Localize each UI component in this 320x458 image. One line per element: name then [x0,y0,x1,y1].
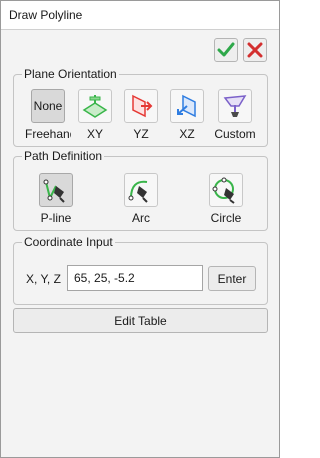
coordinate-field[interactable] [67,265,203,291]
arc-pen-icon [128,180,148,203]
yz-plane-icon [132,94,153,118]
path-arc-label: Arc [132,211,150,225]
plane-xy-label: XY [86,127,103,141]
none-label: None [33,99,63,113]
path-circle-tool[interactable]: Circle [206,173,246,225]
circle-pen-icon [212,177,235,204]
xy-plane-icon [82,95,108,118]
path-circle-button[interactable] [209,173,243,207]
polyline-pen-icon [43,179,65,203]
path-definition-legend: Path Definition [24,149,103,163]
panel-title: Draw Polyline [1,1,279,30]
path-pline-tool[interactable]: P-line [36,173,76,225]
path-pline-label: P-line [40,211,72,225]
cancel-button[interactable] [243,38,267,62]
coordinate-input-legend: Coordinate Input [24,235,113,249]
checkmark-icon [217,42,235,57]
plane-yz-button[interactable] [124,89,158,123]
plane-yz-label: YZ [133,127,149,141]
path-pline-button[interactable] [39,173,73,207]
plane-custom-label: Custom [214,127,256,141]
close-icon [247,42,263,58]
path-circle-label: Circle [210,211,242,225]
enter-button[interactable]: Enter [208,266,256,291]
plane-xz-button[interactable] [170,89,204,123]
xz-plane-icon [177,94,196,118]
draw-polyline-panel: Draw Polyline Plane Orientation None Fre… [0,0,280,458]
plane-orientation-legend: Plane Orientation [24,67,117,81]
plane-xz-tool[interactable]: XZ [167,89,207,141]
plane-custom-button[interactable] [218,89,252,123]
plane-custom-tool[interactable]: Custom [213,89,257,141]
plane-freehand-button[interactable]: None [31,89,65,123]
plane-xy-button[interactable] [78,89,112,123]
accept-button[interactable] [214,38,238,62]
plane-yz-tool[interactable]: YZ [121,89,161,141]
edit-table-button[interactable]: Edit Table [13,308,268,333]
plane-xz-label: XZ [179,127,195,141]
plane-freehand-label: Freehand [25,127,71,141]
plane-freehand-tool[interactable]: None Freehand [25,89,71,141]
path-arc-tool[interactable]: Arc [121,173,161,225]
path-arc-button[interactable] [124,173,158,207]
custom-plane-icon [223,95,247,117]
xyz-label: X, Y, Z [26,272,61,286]
plane-xy-tool[interactable]: XY [75,89,115,141]
